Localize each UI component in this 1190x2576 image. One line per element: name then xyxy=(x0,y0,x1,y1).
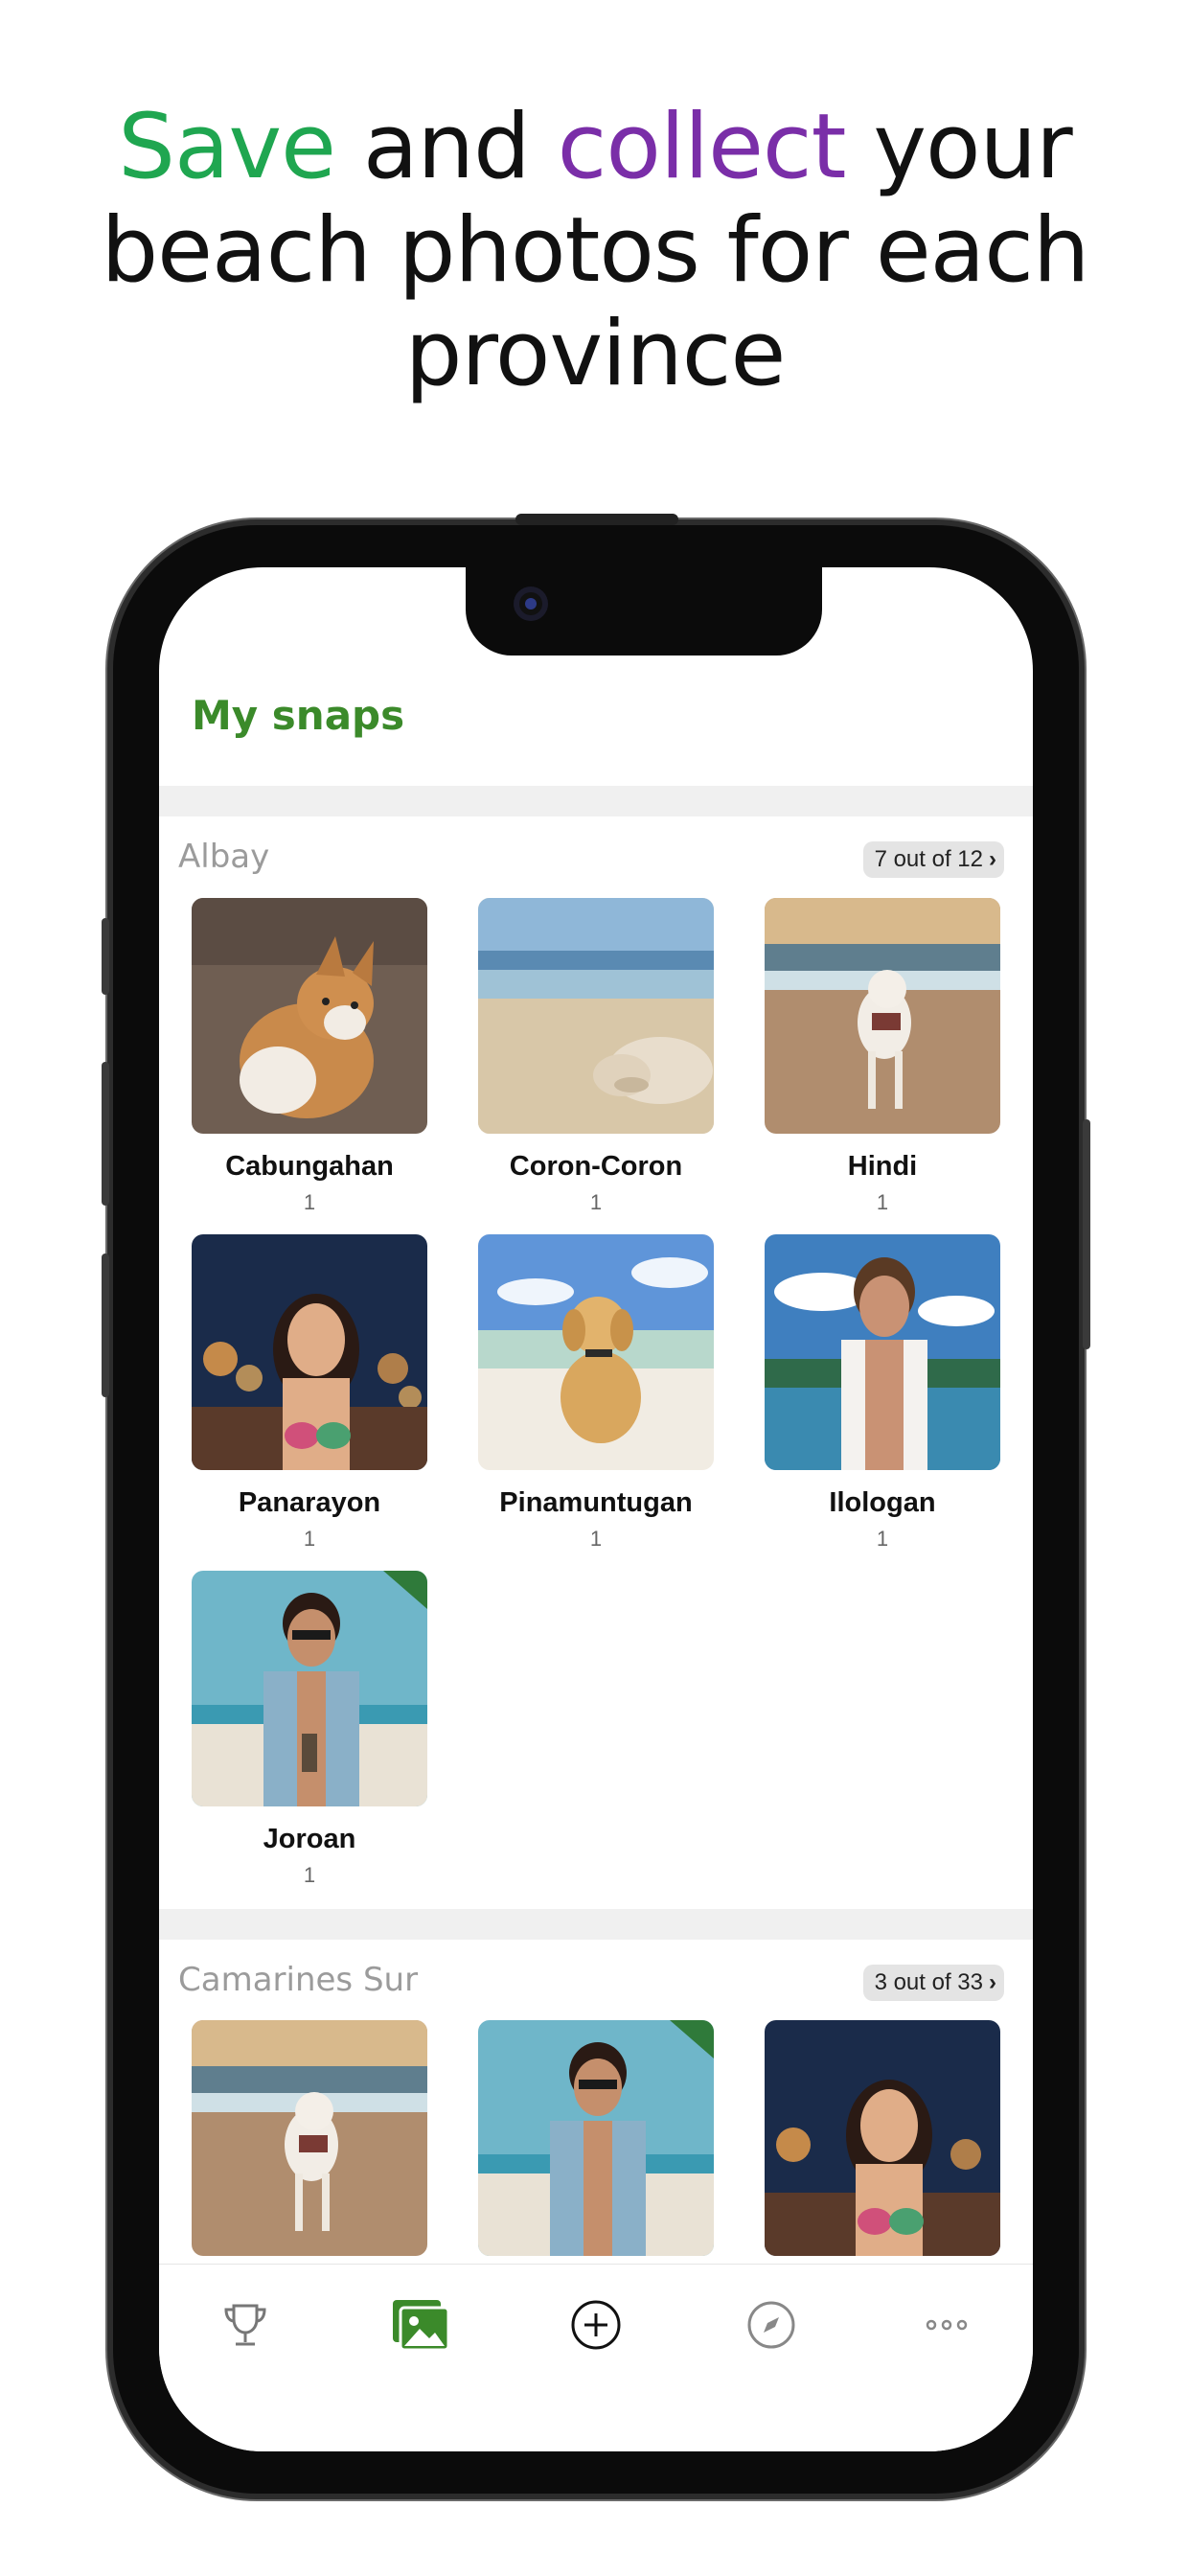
section-divider xyxy=(159,1909,1033,1940)
dog-walking-beach-photo xyxy=(192,2020,427,2256)
snap-thumbnail-cabungahan[interactable] xyxy=(192,898,427,1134)
woman-night-beach-photo xyxy=(192,1234,427,1470)
man-white-shirt-beach-photo xyxy=(765,1234,1000,1470)
headline-your: your xyxy=(873,95,1072,199)
tab-add[interactable] xyxy=(562,2291,629,2358)
tab-explore[interactable] xyxy=(738,2291,805,2358)
snap-thumbnail[interactable] xyxy=(478,2020,714,2256)
power-button xyxy=(1083,1119,1090,1349)
man-sunglasses-beach-photo xyxy=(478,2020,714,2256)
volume-up-button xyxy=(102,1062,109,1206)
snap-name: Coron-Coron xyxy=(509,1151,683,1182)
bottom-tab-bar xyxy=(159,2264,1033,2451)
snap-thumbnail-joroan[interactable] xyxy=(192,1571,427,1806)
chevron-right-icon: › xyxy=(989,1969,996,1995)
dog-sleeping-beach-photo xyxy=(478,898,714,1134)
snap-thumbnail-panarayon[interactable] xyxy=(192,1234,427,1470)
snap-count: 1 xyxy=(589,1527,603,1551)
front-camera-icon xyxy=(514,586,548,621)
tab-photos[interactable] xyxy=(387,2291,454,2358)
section-title-camarines-sur: Camarines Sur xyxy=(178,1961,419,1999)
snap-name: Ilologan xyxy=(829,1487,936,1518)
progress-badge-text: 3 out of 33 xyxy=(874,1969,983,1995)
snap-thumbnail[interactable] xyxy=(765,2020,1000,2256)
snap-name: Panarayon xyxy=(238,1487,381,1518)
photos-icon xyxy=(393,2300,450,2352)
volume-down-button xyxy=(102,1254,109,1397)
phone-frame: My snaps Albay 7 out of 12 › Cabungahan … xyxy=(102,514,1090,2494)
snap-count: 1 xyxy=(303,1863,316,1887)
snap-name: Cabungahan xyxy=(225,1151,394,1182)
tab-trophy[interactable] xyxy=(212,2291,279,2358)
section-divider xyxy=(159,786,1033,816)
tab-more[interactable] xyxy=(913,2291,980,2358)
snap-count: 1 xyxy=(876,1527,889,1551)
dog-on-sand-photo xyxy=(192,898,427,1134)
snap-name: Joroan xyxy=(263,1824,356,1854)
snap-thumbnail-ilologan[interactable] xyxy=(765,1234,1000,1470)
snap-count: 1 xyxy=(303,1190,316,1214)
snap-thumbnail-pinamuntugan[interactable] xyxy=(478,1234,714,1470)
snap-count: 1 xyxy=(876,1190,889,1214)
headline-line3: province xyxy=(404,302,787,406)
puppy-beach-photo xyxy=(478,1234,714,1470)
snap-thumbnail-coron-coron[interactable] xyxy=(478,898,714,1134)
headline-collect: collect xyxy=(557,95,847,199)
snap-name: Hindi xyxy=(847,1151,918,1182)
phone-screen: My snaps Albay 7 out of 12 › Cabungahan … xyxy=(159,567,1033,2451)
progress-badge-camarines-sur[interactable]: 3 out of 33 › xyxy=(862,1965,1004,2001)
progress-badge-albay[interactable]: 7 out of 12 › xyxy=(862,841,1004,878)
snap-count: 1 xyxy=(303,1527,316,1551)
chevron-right-icon: › xyxy=(989,846,996,872)
add-circle-icon xyxy=(571,2300,621,2350)
woman-night-beach-photo xyxy=(765,2020,1000,2256)
notch xyxy=(466,567,822,656)
headline-line2: beach photos for each xyxy=(101,198,1089,303)
dog-walking-beach-photo xyxy=(765,898,1000,1134)
speaker-grille xyxy=(515,514,678,525)
section-title-albay: Albay xyxy=(178,838,270,876)
marketing-headline: Save and collect your beach photos for e… xyxy=(0,96,1190,406)
snap-name: Pinamuntugan xyxy=(499,1487,693,1518)
page-title: My snaps xyxy=(192,692,405,739)
more-icon xyxy=(926,2319,968,2331)
progress-badge-text: 7 out of 12 xyxy=(874,846,983,872)
headline-and: and xyxy=(362,95,531,199)
headline-save: Save xyxy=(118,95,336,199)
mute-switch xyxy=(102,918,109,995)
trophy-icon xyxy=(224,2304,266,2346)
compass-icon xyxy=(747,2301,795,2349)
snap-count: 1 xyxy=(589,1190,603,1214)
snap-thumbnail-hindi[interactable] xyxy=(765,898,1000,1134)
man-sunglasses-beach-photo xyxy=(192,1571,427,1806)
snap-thumbnail[interactable] xyxy=(192,2020,427,2256)
